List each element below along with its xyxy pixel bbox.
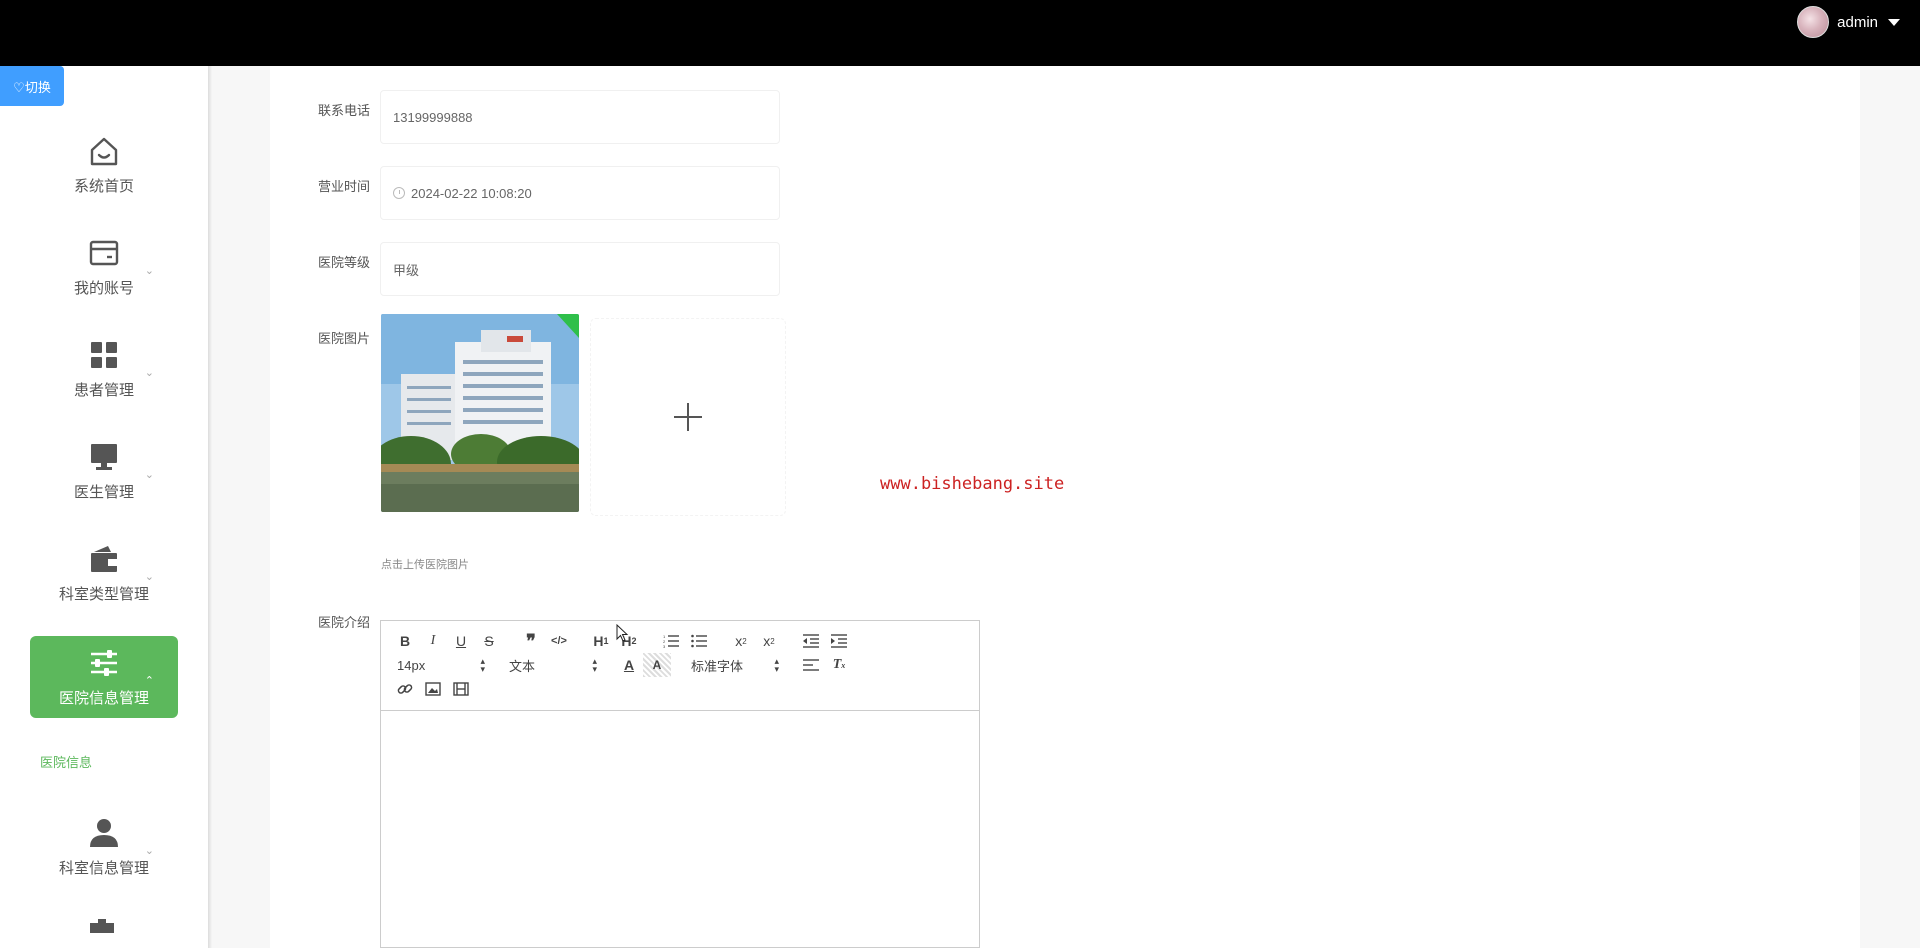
switch-button-label[interactable]: ♡切换 <box>13 77 51 96</box>
editor-content-area[interactable] <box>381 711 979 947</box>
sidebar-item-department-types[interactable]: 科室类型管理 ⌄ <box>30 532 178 614</box>
monitor-icon <box>88 441 120 473</box>
font-size-select[interactable]: 14px ▴ ▾ <box>391 653 489 677</box>
chevron-down-icon: ⌄ <box>144 366 154 379</box>
font-family-select[interactable]: 标准字体 ▴ ▾ <box>685 653 783 677</box>
italic-icon[interactable]: I <box>419 629 447 653</box>
font-family-value[interactable]: 标准字体 <box>691 656 743 675</box>
chevron-up-icon: ⌃ <box>144 674 154 687</box>
user-menu[interactable]: admin <box>1797 6 1900 38</box>
font-color-icon[interactable]: A <box>615 653 643 677</box>
sidebar-item-label: 我的账号 <box>73 278 134 297</box>
image-label: 医院图片 <box>317 332 370 347</box>
heading-1-icon[interactable]: H1 <box>587 629 615 653</box>
level-value[interactable]: 甲级 <box>393 260 419 279</box>
sidebar-item-label: 医生管理 <box>73 482 134 501</box>
editor-toolbar: B I U S ❞ </> H1 H2 123 x2 x2 14px ▴ ▾ 文… <box>381 621 979 711</box>
underline-icon[interactable]: U <box>447 629 475 653</box>
rich-text-editor[interactable]: B I U S ❞ </> H1 H2 123 x2 x2 14px ▴ ▾ 文… <box>380 620 980 948</box>
sidebar-subitem-hospital-info[interactable]: 医院信息 <box>40 752 92 771</box>
ordered-list-icon[interactable]: 123 <box>657 629 685 653</box>
strikethrough-icon[interactable]: S <box>475 629 503 653</box>
sidebar-item-account[interactable]: 我的账号 ⌄ <box>30 226 178 308</box>
intro-label: 医院介绍 <box>317 616 370 631</box>
caret-down-icon[interactable] <box>1888 18 1900 26</box>
phone-field[interactable]: 13199999888 <box>380 90 780 144</box>
briefcase-icon <box>90 918 114 933</box>
business-hours-label: 营业时间 <box>317 180 370 195</box>
sidebar-item-doctors[interactable]: 医生管理 ⌄ <box>30 430 178 512</box>
select-arrows-icon: ▴ ▾ <box>480 656 485 674</box>
chevron-down-icon: ⌄ <box>144 468 154 481</box>
image-icon[interactable] <box>419 677 447 701</box>
sidebar-item-patients[interactable]: 患者管理 ⌄ <box>30 328 178 410</box>
video-icon[interactable] <box>447 677 475 701</box>
home-icon <box>88 135 120 167</box>
clock-icon <box>393 187 405 199</box>
font-size-value[interactable]: 14px <box>397 658 425 673</box>
select-arrows-icon: ▴ ▾ <box>592 656 597 674</box>
watermark: www.bishebang.site <box>880 474 1065 494</box>
bold-icon[interactable]: B <box>391 629 419 653</box>
user-icon <box>88 817 120 849</box>
chevron-down-icon: ⌄ <box>144 570 154 583</box>
sidebar-item-label: 患者管理 <box>73 380 134 399</box>
link-icon[interactable] <box>391 677 419 701</box>
business-hours-picker[interactable]: 2024-02-22 10:08:20 <box>380 166 780 220</box>
chevron-down-icon: ⌄ <box>144 844 154 857</box>
sidebar-item-label: 医院信息管理 <box>58 688 149 707</box>
hospital-image[interactable] <box>381 314 579 512</box>
superscript-icon[interactable]: x2 <box>755 629 783 653</box>
align-icon[interactable] <box>797 653 825 677</box>
sidebar-item-home[interactable]: 系统首页 <box>30 124 178 206</box>
chevron-down-icon: ⌄ <box>144 264 154 277</box>
outdent-icon[interactable] <box>797 629 825 653</box>
sidebar-item-label: 科室类型管理 <box>58 584 149 603</box>
subscript-icon[interactable]: x2 <box>727 629 755 653</box>
clear-format-icon[interactable]: Tx <box>825 653 853 677</box>
sliders-icon <box>88 647 120 679</box>
heading-value[interactable]: 文本 <box>509 656 535 675</box>
sidebar-item-label: 系统首页 <box>73 176 134 195</box>
grid-icon <box>88 339 120 371</box>
username[interactable]: admin <box>1837 14 1878 31</box>
plus-icon <box>674 403 702 431</box>
phone-value[interactable]: 13199999888 <box>393 110 473 125</box>
top-bar: admin <box>0 0 1920 66</box>
svg-text:3: 3 <box>663 644 666 648</box>
level-label: 医院等级 <box>317 256 370 271</box>
background-color-icon[interactable]: A <box>643 653 671 677</box>
level-field[interactable]: 甲级 <box>380 242 780 296</box>
indent-icon[interactable] <box>825 629 853 653</box>
switch-button[interactable]: ♡切换 <box>0 66 64 106</box>
heading-select[interactable]: 文本 ▴ ▾ <box>503 653 601 677</box>
business-hours-value[interactable]: 2024-02-22 10:08:20 <box>411 186 532 201</box>
image-upload-button[interactable] <box>590 318 786 516</box>
bullet-list-icon[interactable] <box>685 629 713 653</box>
sidebar-item-label: 科室信息管理 <box>58 858 149 877</box>
content-gutter-left <box>212 66 270 948</box>
content-gutter-right <box>1860 66 1920 948</box>
purse-icon <box>88 543 120 575</box>
sidebar-item-department-info[interactable]: 科室信息管理 ⌄ <box>30 806 178 888</box>
upload-hint: 点击上传医院图片 <box>381 558 469 571</box>
sidebar-item-hospital-info[interactable]: 医院信息管理 ⌃ <box>30 636 178 718</box>
blockquote-icon[interactable]: ❞ <box>517 629 545 653</box>
code-block-icon[interactable]: </> <box>545 629 573 653</box>
wallet-icon <box>88 237 120 269</box>
phone-label: 联系电话 <box>317 104 370 119</box>
select-arrows-icon: ▴ ▾ <box>774 656 779 674</box>
avatar[interactable] <box>1797 6 1830 38</box>
